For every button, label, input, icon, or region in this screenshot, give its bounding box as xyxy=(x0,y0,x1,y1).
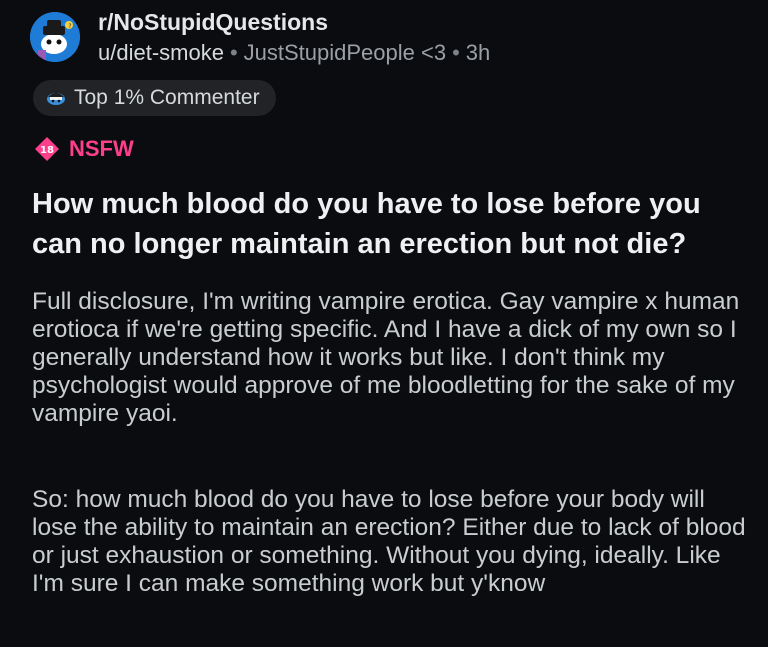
post-age: 3h xyxy=(465,40,491,65)
author-link[interactable]: u/diet-smoke xyxy=(98,40,224,65)
post-meta: u/diet-smoke • JustStupidPeople <3 • 3h xyxy=(98,40,490,66)
post-body-paragraph: Full disclosure, I'm writing vampire ero… xyxy=(32,288,740,427)
nsfw-age-label: 18 xyxy=(40,145,54,156)
meta-separator: • xyxy=(452,40,460,65)
subreddit-avatar[interactable]: ? xyxy=(30,12,80,62)
nsfw-tag: 18 NSFW xyxy=(34,136,134,162)
badge-label: Top 1% Commenter xyxy=(74,86,260,109)
top-commenter-badge[interactable]: Top 1% Commenter xyxy=(33,80,276,116)
meta-separator: • xyxy=(229,40,238,65)
commenter-badge-icon xyxy=(47,93,65,105)
nsfw-label: NSFW xyxy=(69,136,134,161)
user-flair: JustStupidPeople <3 xyxy=(243,40,447,65)
snoo-avatar-icon: ? xyxy=(30,12,80,62)
post-title: How much blood do you have to lose befor… xyxy=(32,188,701,260)
nsfw-18-icon: 18 xyxy=(35,137,59,161)
svg-text:?: ? xyxy=(68,23,71,30)
subreddit-name[interactable]: r/NoStupidQuestions xyxy=(98,9,328,36)
post-body-paragraph: So: how much blood do you have to lose b… xyxy=(32,486,746,597)
